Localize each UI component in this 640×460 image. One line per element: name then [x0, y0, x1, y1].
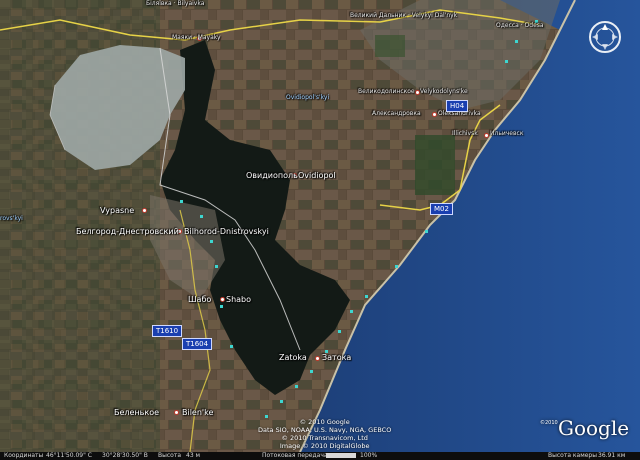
- place-label-zatoka-en[interactable]: Zatoka: [279, 353, 307, 362]
- place-label-odesa[interactable]: Одесса · Odesa: [496, 22, 544, 29]
- place-label-ovidiopol-ru[interactable]: Овидиополь: [246, 171, 298, 180]
- place-label-velykodolynske-en[interactable]: Velykodolyns'ke: [420, 88, 468, 95]
- elevation-value: 43 м: [186, 452, 201, 459]
- city-marker[interactable]: [315, 356, 320, 361]
- road-shield-t1610[interactable]: T1610: [152, 325, 183, 337]
- road-shield-m02[interactable]: M02: [430, 203, 453, 215]
- streaming-value: 100%: [360, 452, 378, 459]
- eye-alt-value: 36.91 км: [598, 452, 626, 459]
- google-logo: ©2010 Google: [540, 416, 630, 440]
- credit-line: © 2010 Transnavicom, Ltd: [281, 434, 368, 442]
- eye-alt-label: Высота камеры: [548, 452, 597, 459]
- status-bar: Координаты 46°11'50.09" С 30°28'30.50" В…: [0, 452, 640, 460]
- logo-copyright: ©2010: [540, 420, 558, 426]
- place-label-velykodolynske-ru[interactable]: Великодолинское: [358, 88, 415, 95]
- place-label-zatoka-ru[interactable]: Затока: [322, 353, 351, 362]
- city-marker[interactable]: [220, 297, 225, 302]
- elevation-label: Высота: [158, 452, 181, 459]
- city-marker[interactable]: [174, 410, 179, 415]
- place-label-vypasne[interactable]: Vypasne: [100, 206, 134, 215]
- region-label-rovskyi: rovs'kyi: [0, 215, 23, 222]
- map-credits: © 2010 Google Data SIO, NOAA, U.S. Navy,…: [258, 418, 391, 450]
- city-marker[interactable]: [142, 208, 147, 213]
- streaming-progress: [326, 453, 356, 458]
- logo-text: Google: [558, 416, 630, 440]
- city-marker[interactable]: [432, 112, 437, 117]
- place-label-mayaky[interactable]: Маяки · Mayaky: [172, 34, 221, 41]
- road-shield-t1604[interactable]: T1604: [182, 338, 213, 350]
- green-field: [415, 135, 455, 195]
- map-viewport[interactable]: Vypasne Белгород-Днестровский Bilhorod-D…: [0, 0, 640, 460]
- place-label-bilenke-ru[interactable]: Беленькое: [114, 408, 159, 417]
- credit-line: Image © 2010 DigitalGlobe: [279, 442, 370, 450]
- credit-line: Data SIO, NOAA, U.S. Navy, NGA, GEBCO: [258, 426, 392, 434]
- place-label-bilhorod-en[interactable]: Bilhorod-Dnistrovskyi: [184, 227, 269, 236]
- longitude-value: 30°28'30.50" В: [102, 452, 148, 459]
- place-label-illichivsk-ru[interactable]: Ильичевск: [490, 130, 523, 137]
- place-label-illichivsk-en[interactable]: Illichivsk: [452, 130, 478, 137]
- place-label-velykyi-dalnyk[interactable]: Великий Дальник · Velykyi Dal'nyk: [350, 12, 457, 19]
- place-label-ovidiopol-en[interactable]: Ovidiopol: [298, 171, 336, 180]
- coordinates-label: Координаты: [4, 452, 44, 459]
- road-shield-h04[interactable]: H04: [446, 100, 469, 112]
- green-field: [375, 35, 405, 57]
- city-marker[interactable]: [484, 133, 489, 138]
- place-label-shabo-en[interactable]: Shabo: [226, 295, 251, 304]
- coordinates-value: 46°11'50.09" С: [46, 452, 92, 459]
- place-label-oleksandrivka-ru[interactable]: Александровка: [372, 110, 421, 117]
- place-label-bilenke-en[interactable]: Bilen'ke: [182, 408, 213, 417]
- credit-line: © 2010 Google: [299, 418, 350, 426]
- streaming-progress-fill: [326, 453, 356, 458]
- streaming-label: Потоковая передача: [262, 452, 328, 459]
- region-label-ovidiopol: Ovidiopol's'kyi: [286, 94, 330, 101]
- place-label-bilyaivka[interactable]: Біляївка · Bilyaivka: [146, 0, 204, 7]
- compass-icon[interactable]: [588, 20, 622, 54]
- place-label-shabo-ru[interactable]: Шабо: [188, 295, 211, 304]
- place-label-bilhorod-ru[interactable]: Белгород-Днестровский: [76, 227, 179, 236]
